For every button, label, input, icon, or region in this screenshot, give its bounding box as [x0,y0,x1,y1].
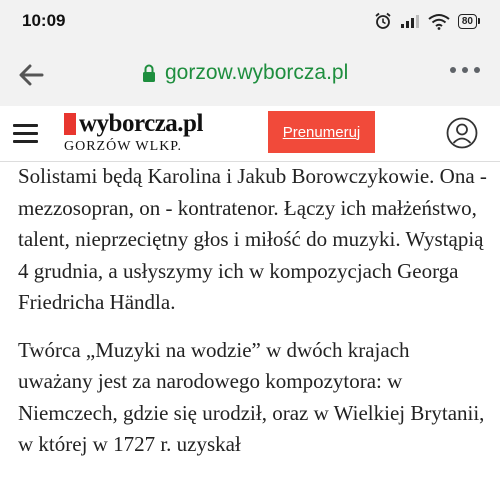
site-header: wyborcza.pl GORZÓW WLKP. [0,106,500,162]
status-icons: 80 [374,12,480,30]
alarm-icon [375,12,391,29]
menu-bar [13,132,38,135]
logo-city: GORZÓW WLKP. [64,139,183,154]
logo-mark [64,113,76,135]
lock-icon [143,64,155,82]
menu-icon[interactable] [13,124,38,144]
url-text: gorzow.wyborcza.pl [165,61,349,84]
status-time: 10:09 [22,11,66,30]
battery-level: 80 [457,13,477,29]
menu-bar [13,124,38,127]
browser-url-bar: gorzow.wyborcza.pl [0,44,500,106]
article-paragraph: Solistami będą Karolina i Jakub Borowczy… [18,164,487,314]
article-body: Solistami będą Karolina i Jakub Borowczy… [18,161,488,461]
dot [474,67,480,73]
logo-text: wyborcza.pl [79,110,203,137]
more-options-icon[interactable] [450,67,480,73]
article-paragraph: Twórca „Muzyki na wodzie” w dwóch krajac… [18,337,485,457]
address-field[interactable]: gorzow.wyborcza.pl [142,61,348,85]
status-bar: 10:09 80 [0,0,500,44]
battery-tip [478,18,480,24]
menu-bar [13,140,38,143]
signal-icon [400,15,419,28]
user-icon[interactable] [446,117,478,149]
wifi-icon [428,13,450,30]
subscribe-button[interactable]: Prenumeruj [268,111,375,153]
logo-row: wyborcza.pl [64,110,203,137]
site-logo[interactable]: wyborcza.pl GORZÓW WLKP. [64,110,203,155]
back-arrow-icon[interactable] [18,64,44,86]
dot [462,67,468,73]
dot [450,67,456,73]
battery-icon: 80 [457,13,480,29]
